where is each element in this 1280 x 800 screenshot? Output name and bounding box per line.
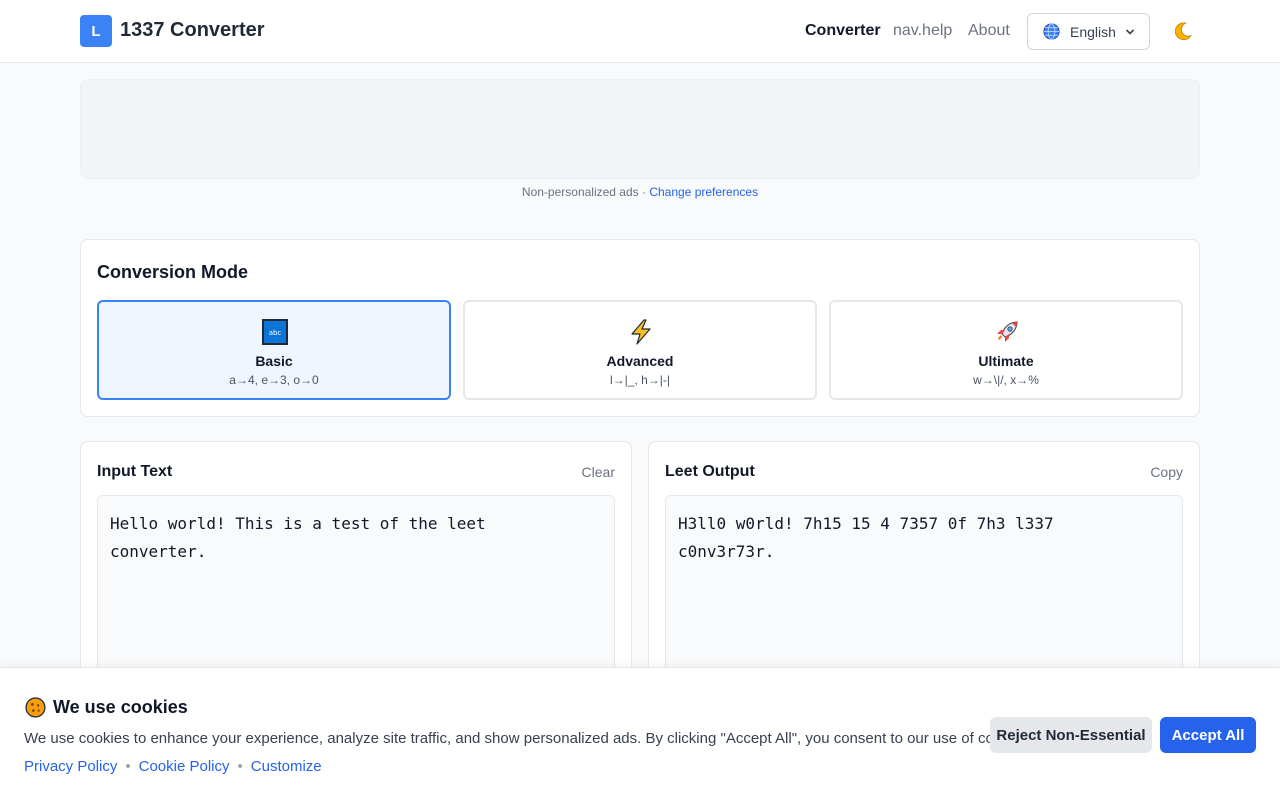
nav-help[interactable]: nav.help <box>893 22 952 40</box>
app-title[interactable]: 1337 Converter <box>120 19 265 42</box>
cookie-icon <box>25 697 46 718</box>
input-textarea[interactable]: Hello world! This is a test of the leet … <box>97 495 615 695</box>
cookie-banner: We use cookies We use cookies to enhance… <box>0 667 1280 800</box>
nav-about[interactable]: About <box>968 22 1010 40</box>
privacy-policy-link[interactable]: Privacy Policy <box>24 758 117 775</box>
language-selector[interactable]: English <box>1027 13 1150 50</box>
mode-advanced-button[interactable]: Advanced l→|_, h→|-| <box>463 300 817 400</box>
cookie-links: Privacy Policy • Cookie Policy • Customize <box>24 758 322 775</box>
chevron-down-icon <box>1125 28 1134 35</box>
ad-slot <box>80 79 1200 179</box>
moon-icon[interactable] <box>1172 21 1193 42</box>
lightning-icon <box>631 319 651 345</box>
customize-link[interactable]: Customize <box>251 758 322 775</box>
header: L 1337 Converter Converter nav.help Abou… <box>0 0 1280 63</box>
link-separator: • <box>125 758 131 775</box>
logo[interactable]: L <box>80 15 112 47</box>
conversion-mode-title: Conversion Mode <box>97 262 249 282</box>
mode-name: Ultimate <box>978 353 1034 369</box>
input-title: Input Text <box>97 463 173 480</box>
accept-all-button[interactable]: Accept All <box>1160 717 1256 753</box>
change-preferences-link[interactable]: Change preferences <box>649 185 758 199</box>
cookie-policy-link[interactable]: Cookie Policy <box>139 758 230 775</box>
mode-name: Advanced <box>606 353 674 369</box>
mode-name: Basic <box>255 353 293 369</box>
output-text[interactable]: H3ll0 w0rld! 7h15 15 4 7357 0f 7h3 l337 … <box>665 495 1183 695</box>
mode-desc: l→|_, h→|-| <box>609 373 671 387</box>
cookie-title: We use cookies <box>53 697 188 717</box>
ad-note-text: Non-personalized ads · <box>521 185 650 199</box>
globe-icon <box>1043 23 1060 40</box>
clear-button[interactable]: Clear <box>582 464 615 480</box>
rocket-icon <box>997 321 1018 342</box>
conversion-mode-card: Conversion Mode abc Basic a→4, e→3, o→0 … <box>80 239 1200 417</box>
ad-note: Non-personalized ads · Change preference… <box>0 185 1280 199</box>
mode-ultimate-button[interactable]: Ultimate w→\|/, x→% <box>829 300 1183 400</box>
language-label: English <box>1070 23 1116 40</box>
mode-basic-button[interactable]: abc Basic a→4, e→3, o→0 <box>97 300 451 400</box>
mode-desc: a→4, e→3, o→0 <box>229 373 319 387</box>
reject-non-essential-button[interactable]: Reject Non-Essential <box>990 717 1152 753</box>
nav-converter[interactable]: Converter <box>805 22 881 40</box>
copy-button[interactable]: Copy <box>1150 464 1183 480</box>
output-title: Leet Output <box>665 463 755 480</box>
cookie-text: We use cookies to enhance your experienc… <box>24 730 1033 747</box>
svg-text:abc: abc <box>269 329 282 337</box>
link-separator: • <box>237 758 243 775</box>
mode-desc: w→\|/, x→% <box>973 373 1039 387</box>
abc-icon: abc <box>262 319 288 345</box>
